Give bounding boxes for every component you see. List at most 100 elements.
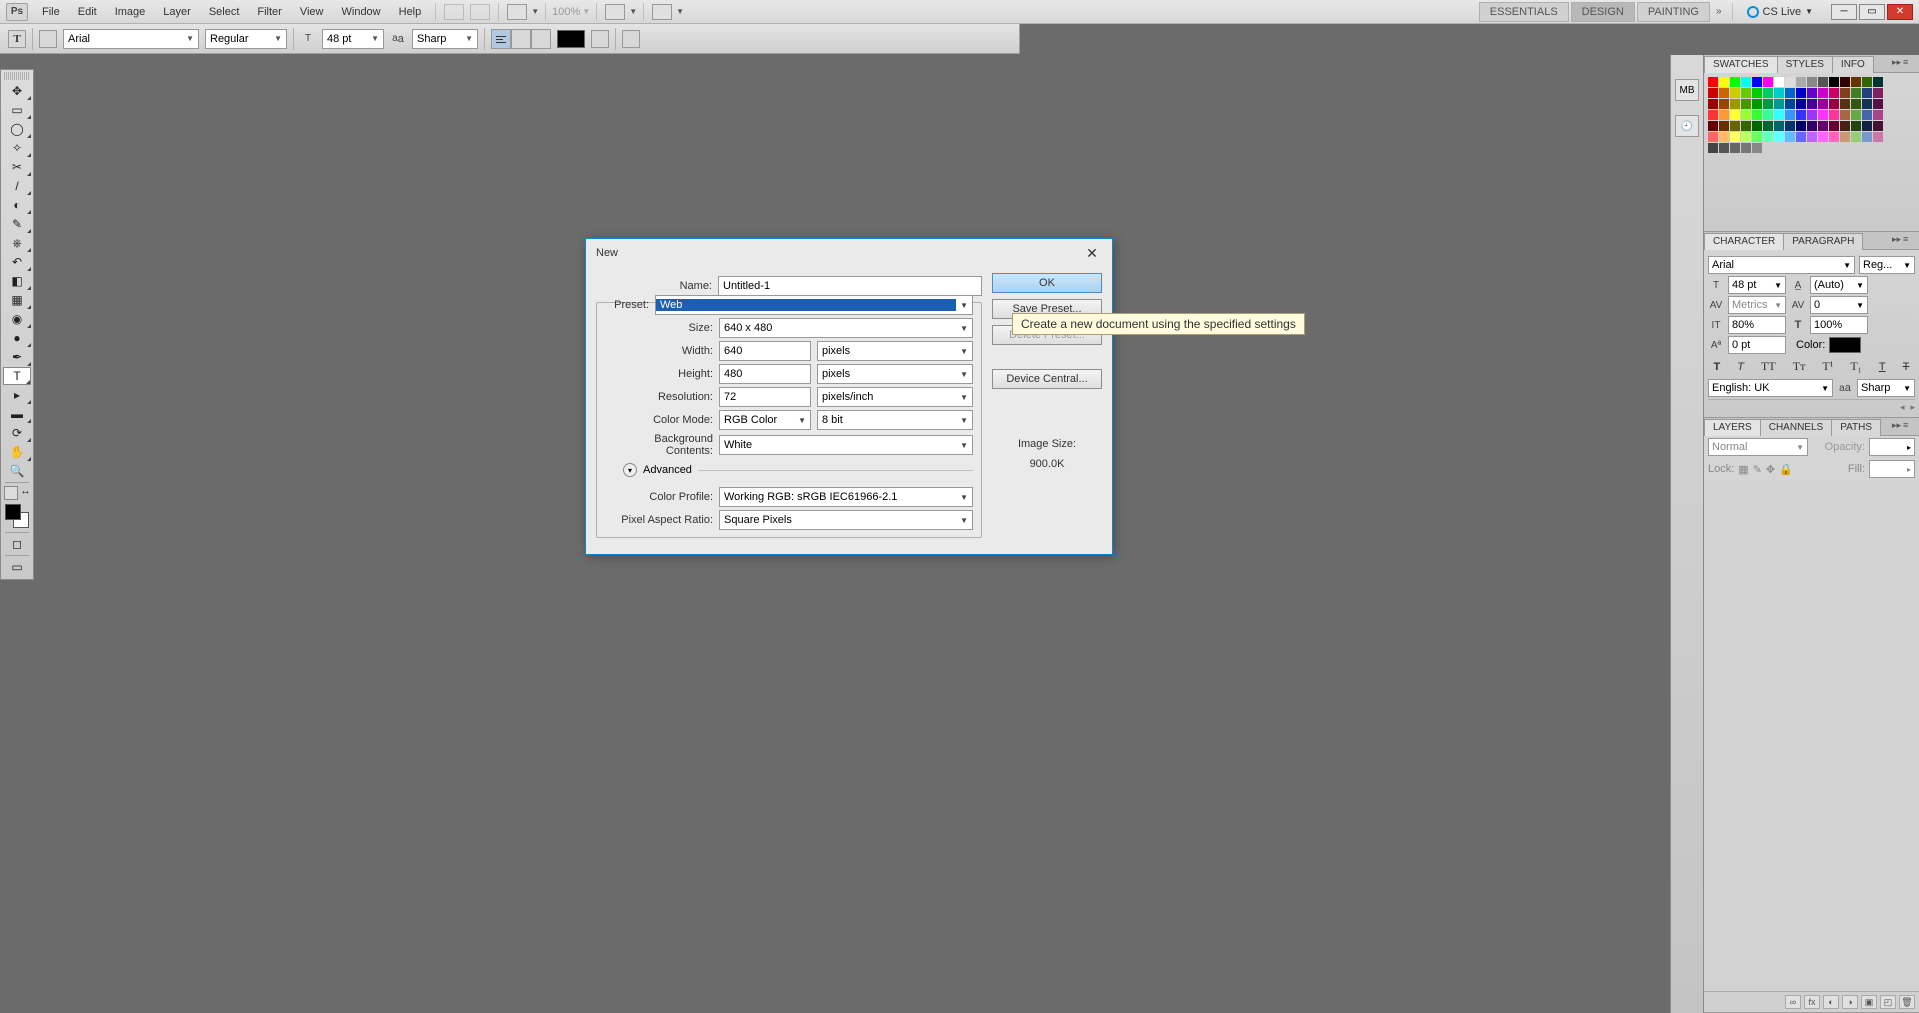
tab-paragraph[interactable]: PARAGRAPH (1783, 233, 1863, 250)
swatch-grid[interactable] (1708, 77, 1915, 153)
shape-tool[interactable]: ▬ (3, 405, 31, 423)
swatch[interactable] (1862, 110, 1872, 120)
char-language-combo[interactable]: English: UK▼ (1708, 379, 1833, 397)
underline-button[interactable]: T (1879, 359, 1886, 374)
eraser-tool[interactable]: ◧ (3, 272, 31, 290)
menu-filter[interactable]: Filter (249, 3, 289, 21)
swatch[interactable] (1862, 77, 1872, 87)
resolution-input[interactable] (719, 387, 811, 407)
swatch[interactable] (1752, 110, 1762, 120)
swatch[interactable] (1818, 88, 1828, 98)
swatch[interactable] (1719, 99, 1729, 109)
swatch[interactable] (1708, 99, 1718, 109)
swatch[interactable] (1719, 110, 1729, 120)
swatch[interactable] (1785, 110, 1795, 120)
char-color-swatch[interactable] (1829, 337, 1861, 353)
swatch[interactable] (1719, 132, 1729, 142)
swatch[interactable] (1741, 132, 1751, 142)
height-unit-combo[interactable]: pixels▼ (817, 364, 973, 384)
fill-input[interactable]: ▸ (1869, 460, 1915, 478)
swatch[interactable] (1851, 99, 1861, 109)
swatch[interactable] (1796, 99, 1806, 109)
tab-layers[interactable]: LAYERS (1704, 419, 1761, 436)
crop-tool[interactable]: ✂ (3, 158, 31, 176)
swatch[interactable] (1708, 143, 1718, 153)
layers-list[interactable] (1704, 480, 1919, 991)
char-baseline-input[interactable]: 0 pt (1728, 336, 1786, 354)
lock-position-icon[interactable]: ✥ (1766, 463, 1775, 476)
swatch[interactable] (1873, 121, 1883, 131)
char-nav-next-icon[interactable]: ▸ (1910, 402, 1915, 413)
tab-paths[interactable]: PATHS (1831, 419, 1881, 436)
swatch[interactable] (1851, 110, 1861, 120)
adjustment-layer-icon[interactable]: ◑ (1842, 995, 1858, 1009)
swatch[interactable] (1741, 110, 1751, 120)
swatch[interactable] (1862, 132, 1872, 142)
color-profile-combo[interactable]: Working RGB: sRGB IEC61966-2.1▼ (719, 487, 973, 507)
swatch[interactable] (1741, 99, 1751, 109)
superscript-button[interactable]: T¹ (1822, 359, 1833, 374)
new-layer-icon[interactable]: ◰ (1880, 995, 1896, 1009)
layer-mask-icon[interactable]: ◐ (1823, 995, 1839, 1009)
swatch[interactable] (1829, 88, 1839, 98)
swatch[interactable] (1840, 88, 1850, 98)
align-right-button[interactable] (531, 29, 551, 49)
panel-collapse-icon[interactable]: ▸▸ (1892, 420, 1901, 431)
swatch[interactable] (1829, 132, 1839, 142)
panel-collapse-icon[interactable]: ▸▸ (1892, 234, 1901, 245)
tab-styles[interactable]: STYLES (1777, 56, 1833, 73)
swatch[interactable] (1873, 77, 1883, 87)
name-input[interactable] (718, 276, 982, 296)
color-mode-combo[interactable]: RGB Color▼ (719, 410, 811, 430)
type-tool[interactable]: T (3, 367, 31, 385)
swatch[interactable] (1851, 121, 1861, 131)
panel-menu-icon[interactable]: ≡ (1903, 420, 1917, 434)
foreground-color-swatch[interactable] (5, 504, 21, 520)
swatch[interactable] (1818, 121, 1828, 131)
swatch[interactable] (1774, 132, 1784, 142)
swatch[interactable] (1807, 121, 1817, 131)
swatch[interactable] (1752, 143, 1762, 153)
swatch[interactable] (1862, 121, 1872, 131)
align-center-button[interactable] (511, 29, 531, 49)
swatch[interactable] (1829, 99, 1839, 109)
minimize-button[interactable]: ─ (1831, 4, 1857, 20)
lasso-tool[interactable]: ◯ (3, 120, 31, 138)
size-combo[interactable]: 640 x 480▼ (719, 318, 973, 338)
swatch[interactable] (1752, 121, 1762, 131)
char-font-combo[interactable]: Arial▼ (1708, 256, 1855, 274)
swatch[interactable] (1752, 99, 1762, 109)
pixel-aspect-combo[interactable]: Square Pixels▼ (719, 510, 973, 530)
height-input[interactable] (719, 364, 811, 384)
menu-help[interactable]: Help (391, 3, 430, 21)
swatch[interactable] (1708, 132, 1718, 142)
blend-mode-combo[interactable]: Normal▼ (1708, 438, 1808, 456)
history-brush-tool[interactable]: ↶ (3, 253, 31, 271)
swatch[interactable] (1785, 77, 1795, 87)
swatch[interactable] (1840, 121, 1850, 131)
character-panel-toggle-icon[interactable] (622, 30, 640, 48)
swatch[interactable] (1796, 132, 1806, 142)
swatch[interactable] (1763, 132, 1773, 142)
minibridge-icon[interactable] (470, 4, 490, 20)
swatch[interactable] (1719, 88, 1729, 98)
swatch[interactable] (1774, 121, 1784, 131)
close-button[interactable]: ✕ (1887, 4, 1913, 20)
swatch[interactable] (1840, 77, 1850, 87)
menu-layer[interactable]: Layer (155, 3, 199, 21)
bold-button[interactable]: T (1714, 359, 1721, 374)
swatch[interactable] (1763, 88, 1773, 98)
resolution-unit-combo[interactable]: pixels/inch▼ (817, 387, 973, 407)
arrange-docs-icon[interactable] (605, 4, 625, 20)
swatch[interactable] (1807, 132, 1817, 142)
swatch[interactable] (1719, 121, 1729, 131)
opacity-input[interactable]: ▸ (1869, 438, 1915, 456)
allcaps-button[interactable]: TT (1761, 359, 1776, 374)
view-extras-icon[interactable] (507, 4, 527, 20)
menu-select[interactable]: Select (201, 3, 248, 21)
swatch[interactable] (1840, 99, 1850, 109)
width-input[interactable] (719, 341, 811, 361)
swatch[interactable] (1730, 77, 1740, 87)
advanced-toggle-row[interactable]: ▾ Advanced (623, 463, 973, 477)
3d-tool[interactable]: ⟳ (3, 424, 31, 442)
